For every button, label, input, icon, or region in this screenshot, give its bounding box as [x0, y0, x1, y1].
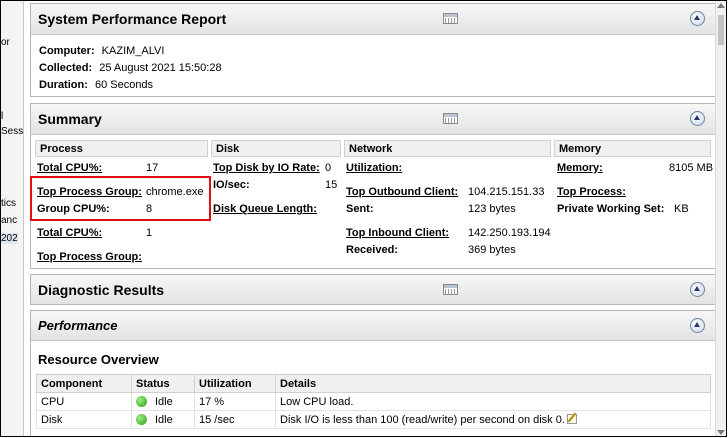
report-header-bar[interactable]: System Performance Report [31, 4, 715, 35]
status-cell: Idle [131, 410, 195, 429]
highlight-annotation-box [30, 176, 211, 221]
left-pane-text: tics [1, 198, 16, 209]
received-label: Received: [346, 244, 398, 256]
table-view-icon[interactable] [443, 13, 458, 24]
report-header-panel: System Performance Report Computer: KAZI… [30, 3, 716, 97]
top-inbound-client-value: 142.250.193.194 [468, 227, 551, 239]
details-cell: Low CPU load. [275, 392, 711, 411]
column-header-status[interactable]: Status [131, 374, 195, 393]
duration-row: Duration: 60 Seconds [39, 79, 153, 91]
component-cell: CPU [36, 392, 132, 411]
left-pane-text: or [1, 37, 10, 48]
total-cpu-value: 17 [146, 162, 159, 174]
duration-value: 60 Seconds [94, 79, 154, 91]
status-cell: Idle [131, 392, 195, 411]
computer-value: KAZIM_ALVI [101, 45, 165, 57]
scroll-up-icon[interactable] [717, 3, 725, 8]
top-outbound-client-value: 104.215.151.33 [468, 186, 545, 198]
io-per-sec-label: IO/sec: [213, 179, 250, 191]
received-value: 369 bytes [468, 244, 516, 256]
table-row: Disk Idle 15 /sec Disk I/O is less than … [36, 410, 711, 429]
column-header-details[interactable]: Details [275, 374, 711, 393]
scrollbar-thumb[interactable] [718, 15, 724, 45]
vertical-scrollbar[interactable] [715, 1, 726, 436]
column-header-memory: Memory [554, 140, 711, 157]
performance-header-bar[interactable]: Performance [31, 311, 715, 341]
column-header-utilization[interactable]: Utilization [194, 374, 276, 393]
status-text: Idle [155, 395, 173, 408]
column-header-disk: Disk [211, 140, 341, 157]
duration-label: Duration: [39, 79, 88, 91]
computer-row: Computer: KAZIM_ALVI [39, 45, 164, 57]
details-text: Disk I/O is less than 100 (read/write) p… [280, 413, 565, 426]
top-process-link[interactable]: Top Process: [557, 186, 626, 198]
memory-value: 8105 MB [669, 162, 714, 174]
summary-title: Summary [38, 111, 102, 127]
left-pane-text: anc [1, 215, 18, 226]
private-working-set-label: Private Working Set: [557, 203, 665, 215]
report-title: System Performance Report [38, 11, 227, 27]
diagnostic-results-panel: Diagnostic Results [30, 274, 716, 305]
green-status-icon [136, 395, 147, 407]
diagnostic-results-title: Diagnostic Results [38, 282, 165, 298]
resource-overview-title: Resource Overview [38, 352, 159, 367]
component-cell: Disk [36, 410, 132, 429]
table-row: CPU Idle 17 % Low CPU load. [36, 392, 711, 411]
details-cell: Disk I/O is less than 100 (read/write) p… [275, 410, 711, 429]
disk-queue-length-link[interactable]: Disk Queue Length: [213, 203, 317, 215]
top-disk-io-rate-link[interactable]: Top Disk by IO Rate: [213, 162, 320, 174]
total-cpu-link-2[interactable]: Total CPU%: [37, 227, 102, 239]
status-text: Idle [155, 413, 173, 426]
edit-note-icon[interactable] [566, 413, 577, 424]
top-process-group-link-2[interactable]: Top Process Group: [37, 251, 142, 263]
collected-value: 25 August 2021 15:50:28 [99, 62, 222, 74]
top-disk-io-rate-value: 0 [325, 162, 332, 174]
summary-header-bar[interactable]: Summary [31, 104, 715, 135]
collected-row: Collected: 25 August 2021 15:50:28 [39, 62, 222, 74]
performance-title: Performance [38, 318, 118, 333]
green-status-icon [136, 413, 147, 425]
collected-label: Collected: [39, 62, 93, 74]
sent-value: 123 bytes [468, 203, 516, 215]
utilization-link[interactable]: Utilization: [346, 162, 402, 174]
memory-link[interactable]: Memory: [557, 162, 603, 174]
column-header-component[interactable]: Component [36, 374, 132, 393]
table-view-icon[interactable] [443, 113, 458, 124]
total-cpu-value-2: 1 [146, 227, 153, 239]
collapse-up-icon[interactable] [690, 318, 705, 333]
top-outbound-client-link[interactable]: Top Outbound Client: [346, 186, 458, 198]
sent-label: Sent: [346, 203, 374, 215]
total-cpu-link[interactable]: Total CPU%: [37, 162, 102, 174]
table-header-row: Component Status Utilization Details [36, 374, 711, 393]
column-header-network: Network [344, 140, 551, 157]
left-pane-text: l [1, 111, 4, 122]
window: or l Sess tics anc 202 System Performanc… [0, 0, 727, 437]
utilization-cell: 17 % [194, 392, 276, 411]
collapse-up-icon[interactable] [690, 111, 705, 126]
diagnostic-results-header-bar[interactable]: Diagnostic Results [31, 275, 715, 304]
top-inbound-client-link[interactable]: Top Inbound Client: [346, 227, 449, 239]
scroll-down-icon[interactable] [717, 430, 725, 435]
private-working-set-value: KB [674, 203, 689, 215]
column-header-process: Process [35, 140, 208, 157]
computer-label: Computer: [39, 45, 95, 57]
collapse-up-icon[interactable] [690, 282, 705, 297]
resource-overview-table: Component Status Utilization Details CPU… [36, 374, 711, 429]
table-view-icon[interactable] [443, 284, 458, 295]
left-pane-selected-item[interactable]: 202 [1, 233, 18, 244]
utilization-cell: 15 /sec [194, 410, 276, 429]
left-navigation-pane: or l Sess tics anc 202 [1, 1, 24, 436]
left-pane-text: Sess [1, 126, 24, 137]
io-per-sec-value: 15 [325, 179, 338, 191]
collapse-up-icon[interactable] [690, 11, 705, 26]
